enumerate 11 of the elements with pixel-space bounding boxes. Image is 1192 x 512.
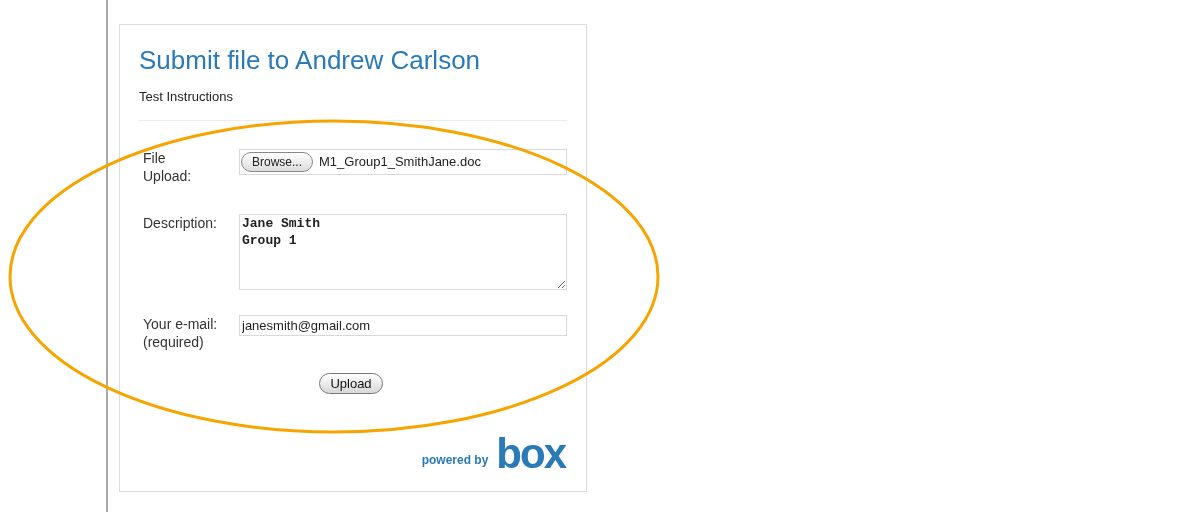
box-logo: box <box>496 438 565 470</box>
instructions-text: Test Instructions <box>139 88 234 106</box>
field-label: Your e-mail: (required) <box>143 315 219 351</box>
upload-button[interactable]: Upload <box>319 373 383 394</box>
description-field[interactable]: Jane Smith Group 1 <box>239 214 567 290</box>
powered-by-text: powered by <box>421 452 489 469</box>
file-input[interactable]: Browse... M1_Group1_SmithJane.doc <box>239 149 567 175</box>
field-label: File Upload: <box>143 149 193 185</box>
email-field[interactable]: janesmith@gmail.com <box>239 315 567 336</box>
field-label: Description: <box>143 214 218 232</box>
form-title: Submit file to Andrew Carlson <box>139 44 482 76</box>
